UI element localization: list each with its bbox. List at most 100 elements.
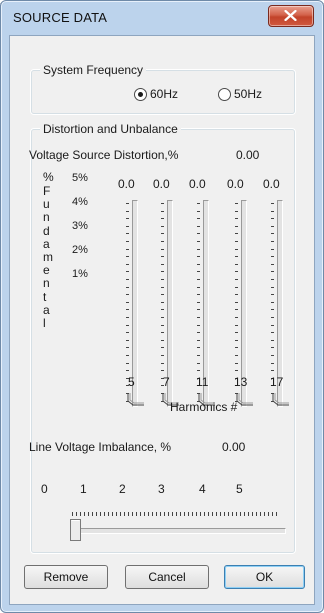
harmonic-slider-tick <box>197 332 200 334</box>
close-button[interactable] <box>268 5 314 27</box>
radio-60hz[interactable] <box>134 88 147 101</box>
harmonic-slider-tick <box>161 294 164 296</box>
harmonic-number: 17 <box>270 375 284 389</box>
imbalance-tick <box>136 512 137 516</box>
harmonic-slider-tick <box>161 324 164 326</box>
harmonic-slider-tick <box>161 263 164 265</box>
harmonic-slider-thumb[interactable] <box>272 392 290 406</box>
imbalance-tick <box>116 512 117 516</box>
harmonic-slider-tick <box>161 218 164 220</box>
imbalance-tick <box>224 512 225 516</box>
fundamental-letter: m <box>43 250 53 264</box>
harmonic-slider-tick <box>235 263 238 265</box>
harmonic-slider-tick <box>235 286 238 288</box>
harmonic-slider-tick <box>126 324 129 326</box>
dialog-title: SOURCE DATA <box>13 10 108 25</box>
harmonic-slider-tick <box>161 279 164 280</box>
imbalance-tick <box>256 512 257 516</box>
radio-60hz-label: 60Hz <box>150 87 179 101</box>
radio-50hz[interactable] <box>218 88 231 101</box>
remove-button[interactable]: Remove <box>24 565 108 589</box>
harmonic-slider-tick <box>235 301 238 303</box>
imbalance-tick <box>264 512 265 516</box>
harmonic-slider-tick <box>197 317 200 318</box>
imbalance-tick <box>164 512 165 516</box>
harmonic-slider-tick <box>126 248 129 250</box>
title-bar[interactable]: SOURCE DATA <box>1 1 323 35</box>
harmonic-slider-tick <box>235 210 238 212</box>
imbalance-tick <box>96 512 97 516</box>
dialog-client: System Frequency 60Hz 50Hz Distortion an… <box>9 35 315 605</box>
harmonic-slider-tick <box>126 362 129 364</box>
harmonic-slider-tick <box>271 248 274 250</box>
imbalance-tick <box>120 512 121 516</box>
harmonic-slider-tick <box>161 233 164 235</box>
harmonic-slider-tick <box>235 203 238 204</box>
harmonic-slider-tick <box>197 203 200 204</box>
harmonic-slider-tick <box>126 241 129 242</box>
radio-50hz-label: 50Hz <box>234 87 263 101</box>
imbalance-tick <box>128 512 129 516</box>
harmonic-slider-tick <box>197 233 200 235</box>
harmonic-slider-tick <box>271 279 274 280</box>
harmonic-slider-tick <box>235 271 238 273</box>
harmonic-slider-tick <box>126 263 129 265</box>
harmonic-slider-tick <box>235 355 238 356</box>
harmonic-value: 0.0 <box>227 177 244 191</box>
harmonic-slider-tick <box>161 370 164 372</box>
ok-button[interactable]: OK <box>224 565 305 589</box>
harmonic-slider-tick <box>271 347 274 349</box>
fundamental-letter: a <box>43 302 50 317</box>
harmonic-slider-tick <box>126 332 129 334</box>
harmonic-slider-tick <box>271 362 274 364</box>
imbalance-tick <box>112 512 113 516</box>
harmonic-slider-tick <box>126 301 129 303</box>
percent-tick-label: 1% <box>72 268 88 280</box>
imbalance-slider-thumb[interactable] <box>70 519 81 541</box>
cancel-button[interactable]: Cancel <box>125 565 209 589</box>
harmonic-slider-tick <box>126 210 129 212</box>
harmonic-slider-tick <box>271 233 274 235</box>
imbalance-tick <box>188 512 189 516</box>
harmonic-slider-tick <box>161 248 164 250</box>
fundamental-letter: F <box>43 184 51 198</box>
harmonic-slider-tick <box>161 339 164 341</box>
harmonic-slider-tick <box>197 294 200 296</box>
harmonic-slider-tick <box>197 347 200 349</box>
harmonic-slider-tick <box>197 248 200 250</box>
fundamental-letter: t <box>43 289 47 304</box>
imbalance-tick <box>248 512 249 516</box>
harmonic-slider-tick <box>271 241 274 242</box>
harmonic-slider-tick <box>161 286 164 288</box>
percent-tick-label: 3% <box>72 220 88 232</box>
harmonic-slider-tick <box>197 355 200 356</box>
harmonic-slider-tick <box>197 256 200 258</box>
imbalance-tick <box>272 512 273 516</box>
imbalance-tick <box>184 512 185 516</box>
voltage-source-distortion-label: Voltage Source Distortion,% <box>29 148 179 162</box>
harmonic-slider-tick <box>126 256 129 258</box>
imbalance-tick <box>144 512 145 516</box>
imbalance-tick <box>268 512 269 516</box>
harmonic-number: 7 <box>163 375 170 389</box>
harmonic-slider-tick <box>235 256 238 258</box>
imbalance-tick <box>260 512 261 516</box>
harmonic-slider-thumb[interactable] <box>127 392 145 406</box>
fundamental-letter: e <box>43 263 50 278</box>
imbalance-slider-track[interactable] <box>76 528 286 534</box>
imbalance-tick <box>252 512 253 516</box>
harmonic-slider-tick <box>271 355 274 356</box>
harmonic-slider-tick <box>126 225 129 227</box>
harmonic-slider-tick <box>197 241 200 242</box>
harmonic-slider-tick <box>271 271 274 273</box>
harmonic-slider-tick <box>271 225 274 227</box>
close-icon <box>284 10 297 21</box>
harmonic-slider-thumb[interactable] <box>236 392 254 406</box>
harmonic-slider-tick <box>197 210 200 212</box>
harmonic-slider-tick <box>235 324 238 326</box>
harmonic-slider-tick <box>126 355 129 356</box>
harmonic-slider-tick <box>197 324 200 326</box>
imbalance-tick <box>124 512 125 516</box>
harmonic-slider-tick <box>126 286 129 288</box>
fundamental-letter: n <box>43 276 50 291</box>
